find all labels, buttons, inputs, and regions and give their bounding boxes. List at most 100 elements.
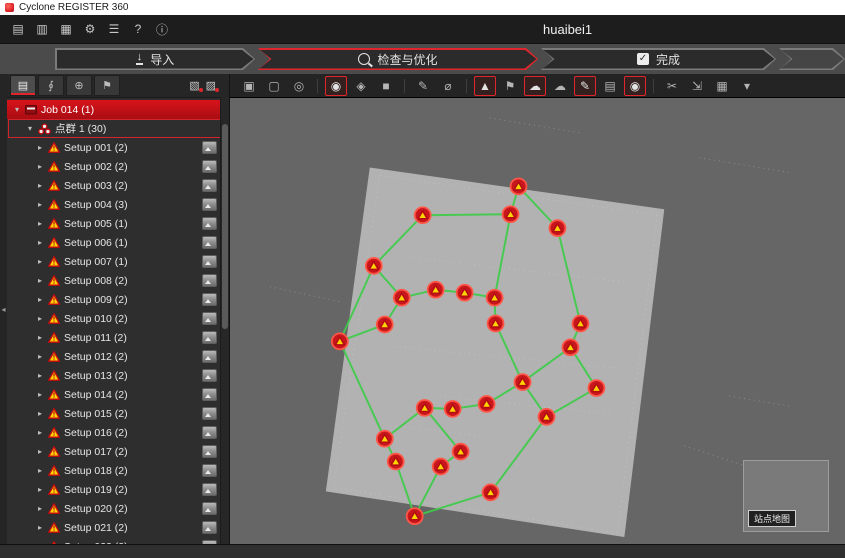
- setup-thumbnail-icon[interactable]: [202, 483, 217, 496]
- setup-thumbnail-icon[interactable]: [202, 255, 217, 268]
- scrollbar-thumb[interactable]: [222, 124, 228, 330]
- setup-thumbnail-icon[interactable]: [202, 445, 217, 458]
- setup-marker[interactable]: [488, 316, 504, 332]
- minimap[interactable]: 站点地图: [743, 460, 829, 532]
- setup-marker[interactable]: [377, 431, 393, 447]
- more-icon[interactable]: ▾: [736, 76, 758, 96]
- tree-item-setup[interactable]: Setup 016 (2): [7, 423, 229, 442]
- setup-marker[interactable]: [457, 285, 473, 301]
- info-icon[interactable]: ⓘ: [152, 20, 172, 39]
- help-icon[interactable]: ?: [128, 20, 148, 39]
- tree-item-setup[interactable]: Setup 022 (2): [7, 537, 229, 544]
- video-icon[interactable]: ◈: [350, 76, 372, 96]
- tree-item-setup[interactable]: Setup 005 (1): [7, 214, 229, 233]
- setup-thumbnail-icon[interactable]: [202, 369, 217, 382]
- tree-item-setup[interactable]: Setup 015 (2): [7, 404, 229, 423]
- tree-item-setup[interactable]: Setup 009 (2): [7, 290, 229, 309]
- setup-marker[interactable]: [407, 508, 423, 524]
- setup-marker[interactable]: [332, 333, 348, 349]
- expand-caret-icon[interactable]: [36, 257, 44, 266]
- workflow-step-import[interactable]: ↓导入: [55, 48, 255, 70]
- tree-item-setup[interactable]: Setup 001 (2): [7, 138, 229, 157]
- setup-marker[interactable]: [428, 282, 444, 298]
- setup-marker[interactable]: [511, 178, 527, 194]
- expand-caret-icon[interactable]: [36, 371, 44, 380]
- measure-icon[interactable]: ✎: [412, 76, 434, 96]
- open-project-icon[interactable]: ▤: [8, 20, 28, 39]
- setup-thumbnail-icon[interactable]: [202, 426, 217, 439]
- expand-caret-icon[interactable]: [36, 200, 44, 209]
- tree-item-setup[interactable]: Setup 008 (2): [7, 271, 229, 290]
- expand-caret-icon[interactable]: [36, 143, 44, 152]
- expand-caret-icon[interactable]: [36, 333, 44, 342]
- cut-link-icon[interactable]: ✂: [661, 76, 683, 96]
- tree-item-setup[interactable]: Setup 017 (2): [7, 442, 229, 461]
- setup-marker[interactable]: [479, 396, 495, 412]
- copy-icon[interactable]: ▣: [238, 76, 260, 96]
- tree-item-setup[interactable]: Setup 004 (3): [7, 195, 229, 214]
- server-stack-icon[interactable]: ☰: [104, 20, 124, 39]
- import-project-icon[interactable]: ▥: [32, 20, 52, 39]
- setup-thumbnail-icon[interactable]: [202, 236, 217, 249]
- setup-marker[interactable]: [572, 316, 588, 332]
- point-cloud-viewport[interactable]: 站点地图: [230, 98, 845, 544]
- expand-caret-icon[interactable]: [36, 162, 44, 171]
- setup-thumbnail-icon[interactable]: [202, 388, 217, 401]
- setup-marker[interactable]: [417, 400, 433, 416]
- expand-caret-icon[interactable]: [36, 447, 44, 456]
- zoom-window-icon[interactable]: ◎: [288, 76, 310, 96]
- setup-marker[interactable]: [538, 409, 554, 425]
- workflow-step-review[interactable]: 检查与优化: [258, 48, 538, 70]
- pano-view-icon[interactable]: ▨: [206, 79, 216, 92]
- setup-thumbnail-icon[interactable]: [202, 464, 217, 477]
- clone-icon[interactable]: ▢: [263, 76, 285, 96]
- expand-caret-icon[interactable]: [36, 352, 44, 361]
- tree-item-setup[interactable]: Setup 003 (2): [7, 176, 229, 195]
- setup-thumbnail-icon[interactable]: [202, 407, 217, 420]
- expand-caret-icon[interactable]: [36, 504, 44, 513]
- layout-icon[interactable]: ▦: [711, 76, 733, 96]
- setup-marker[interactable]: [483, 484, 499, 500]
- expand-caret-icon[interactable]: [36, 181, 44, 190]
- setup-marker[interactable]: [487, 290, 503, 306]
- camera-icon[interactable]: ◉: [325, 76, 347, 96]
- tree-item-setup[interactable]: Setup 019 (2): [7, 480, 229, 499]
- setup-marker[interactable]: [515, 374, 531, 390]
- expand-caret-icon[interactable]: [36, 466, 44, 475]
- setup-marker[interactable]: [433, 459, 449, 475]
- setup-marker[interactable]: [377, 317, 393, 333]
- expand-caret-icon[interactable]: [36, 485, 44, 494]
- tree-item-setup[interactable]: Setup 012 (2): [7, 347, 229, 366]
- tree-item-setup[interactable]: Setup 002 (2): [7, 157, 229, 176]
- expand-caret-icon[interactable]: [36, 314, 44, 323]
- tree-item-setup[interactable]: Setup 020 (2): [7, 499, 229, 518]
- tree-item-setup[interactable]: Setup 007 (1): [7, 252, 229, 271]
- setup-thumbnail-icon[interactable]: [202, 141, 217, 154]
- setup-thumbnail-icon[interactable]: [202, 198, 217, 211]
- setup-thumbnail-icon[interactable]: [202, 293, 217, 306]
- tree-item-setup[interactable]: Setup 018 (2): [7, 461, 229, 480]
- setup-marker[interactable]: [388, 454, 404, 470]
- thumbnail-view-icon[interactable]: ▧: [189, 79, 199, 92]
- setup-marker[interactable]: [562, 339, 578, 355]
- unlink-icon[interactable]: ⌀: [437, 76, 459, 96]
- panel-collapse-handle[interactable]: [0, 74, 7, 544]
- setup-marker[interactable]: [549, 220, 565, 236]
- setup-marker[interactable]: [415, 207, 431, 223]
- tag-icon[interactable]: ⚑: [499, 76, 521, 96]
- workflow-step-finish[interactable]: ✓完成: [541, 48, 776, 70]
- setup-marker[interactable]: [445, 401, 461, 417]
- setup-thumbnail-icon[interactable]: [202, 217, 217, 230]
- setup-thumbnail-icon[interactable]: [202, 274, 217, 287]
- tree-scrollbar[interactable]: [220, 97, 229, 544]
- setup-thumbnail-icon[interactable]: [202, 160, 217, 173]
- tree-item-setup[interactable]: Setup 011 (2): [7, 328, 229, 347]
- expand-caret-icon[interactable]: [36, 276, 44, 285]
- expand-caret-icon[interactable]: [26, 124, 34, 133]
- web-tab-icon[interactable]: ⊕: [66, 75, 92, 96]
- settings-icon[interactable]: ⚙: [80, 20, 100, 39]
- bookmarks-tab-icon[interactable]: ⚑: [94, 75, 120, 96]
- expand-caret-icon[interactable]: [36, 428, 44, 437]
- tree-item-setup[interactable]: Setup 013 (2): [7, 366, 229, 385]
- setup-marker[interactable]: [588, 380, 604, 396]
